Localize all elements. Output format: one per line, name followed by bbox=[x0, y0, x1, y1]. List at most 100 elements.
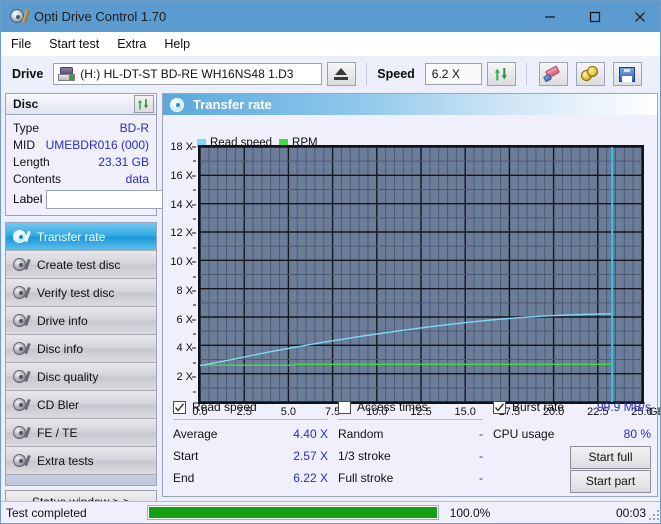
chart-plot-area bbox=[198, 145, 644, 404]
chart-y-tick-minor bbox=[193, 333, 196, 335]
disc-icon bbox=[170, 97, 184, 112]
chart-y-tick bbox=[192, 290, 196, 292]
disc-icon bbox=[13, 313, 31, 328]
sidebar-item-transfer-rate[interactable]: Transfer rate bbox=[6, 223, 156, 251]
chart-y-tick bbox=[192, 261, 196, 263]
menu-item-file[interactable]: File bbox=[11, 35, 41, 53]
disc-row-length: Length 23.31 GB bbox=[13, 153, 149, 170]
close-button[interactable] bbox=[617, 1, 660, 32]
divider bbox=[173, 419, 328, 420]
divider bbox=[338, 419, 483, 420]
sidebar-item-label: Drive info bbox=[37, 313, 88, 328]
bitsetting-button[interactable] bbox=[575, 62, 605, 86]
disc-icon bbox=[13, 229, 31, 244]
start-full-row: Start full bbox=[493, 445, 651, 469]
start-key: Start bbox=[173, 449, 199, 463]
sidebar-item-label: Transfer rate bbox=[37, 229, 106, 244]
burst-rate-value: 99.9 MB/s bbox=[596, 400, 651, 414]
maximize-button[interactable] bbox=[572, 1, 617, 32]
menu-item-help[interactable]: Help bbox=[164, 35, 200, 53]
sidebar-item-disc-quality[interactable]: Disc quality bbox=[6, 363, 156, 391]
chart-y-tick-minor bbox=[193, 189, 196, 191]
average-key: Average bbox=[173, 427, 218, 441]
access-times-checkbox[interactable] bbox=[338, 400, 351, 414]
sidebar-item-fe-te[interactable]: FE / TE bbox=[6, 419, 156, 447]
chart-y-tick-label: 18 X bbox=[170, 141, 193, 153]
save-button[interactable] bbox=[612, 62, 642, 86]
resize-grip[interactable] bbox=[649, 510, 659, 520]
cpu-usage-value: 80 % bbox=[623, 427, 651, 441]
disc-length-value: 23.31 GB bbox=[98, 154, 149, 169]
disc-refresh-button[interactable] bbox=[134, 95, 154, 113]
burst-rate-column: Burst rate 99.9 MB/s CPU usage 80 % Star… bbox=[493, 400, 651, 493]
sidebar-item-extra-tests[interactable]: Extra tests bbox=[6, 447, 156, 475]
disc-mid-key: MID bbox=[13, 137, 35, 152]
stat-row-random: Random - bbox=[338, 423, 483, 445]
drive-select[interactable]: (H:) HL-DT-ST BD-RE WH16NS48 1.D3 bbox=[53, 63, 323, 85]
check-icon bbox=[175, 402, 185, 412]
sidebar-item-disc-info[interactable]: Disc info bbox=[6, 335, 156, 363]
sidebar-item-cd-bler[interactable]: CD Bler bbox=[6, 391, 156, 419]
eject-button[interactable] bbox=[327, 62, 357, 86]
chart-y-axis: 2 X 4 X 6 X 8 X 10 X 12 X 14 X 16 X 18 X bbox=[163, 141, 196, 404]
start-part-row: Start part bbox=[493, 469, 651, 493]
speed-label: Speed bbox=[377, 67, 415, 81]
menu-item-start-test[interactable]: Start test bbox=[49, 35, 109, 53]
chart-y-tick bbox=[192, 376, 196, 378]
minimize-button[interactable] bbox=[527, 1, 572, 32]
disc-contents-key: Contents bbox=[13, 171, 62, 186]
disc-label-key: Label bbox=[13, 192, 43, 206]
end-key: End bbox=[173, 471, 195, 485]
drive-icon bbox=[58, 67, 76, 81]
burst-rate-label: Burst rate bbox=[512, 400, 565, 414]
erase-button[interactable] bbox=[538, 62, 568, 86]
coins-icon bbox=[581, 66, 599, 82]
drive-toolbar: Drive (H:) HL-DT-ST BD-RE WH16NS48 1.D3 … bbox=[1, 56, 660, 92]
speed-select[interactable]: 6.2 X bbox=[424, 63, 482, 85]
burst-rate-row: Burst rate 99.9 MB/s bbox=[493, 400, 651, 414]
disc-type-value: BD-R bbox=[119, 120, 149, 135]
disc-info-body: Type BD-R MID UMEBDR016 (000) Length 23.… bbox=[5, 115, 250, 216]
burst-rate-checkbox[interactable] bbox=[493, 400, 506, 414]
sidebar-item-label: CD Bler bbox=[37, 397, 80, 412]
menu-item-extra[interactable]: Extra bbox=[117, 35, 156, 53]
progress-bar-fill bbox=[149, 507, 437, 518]
read-speed-label: Read speed bbox=[192, 400, 257, 414]
stat-row-third-stroke: 1/3 stroke - bbox=[338, 445, 483, 467]
chart-y-tick-label: 4 X bbox=[176, 342, 193, 355]
read-speed-checkbox-row[interactable]: Read speed bbox=[173, 400, 328, 414]
status-text: Test completed bbox=[6, 505, 87, 520]
random-value: - bbox=[479, 427, 483, 441]
sidebar-item-label: Extra tests bbox=[37, 453, 94, 468]
chart-y-tick-label: 2 X bbox=[176, 371, 193, 384]
sidebar-item-label: FE / TE bbox=[37, 425, 78, 440]
chart-y-tick-label: 14 X bbox=[170, 198, 193, 211]
chart-y-tick-minor bbox=[193, 276, 196, 277]
sidebar-item-verify-test-disc[interactable]: Verify test disc bbox=[6, 279, 156, 307]
chart-y-tick bbox=[192, 347, 196, 349]
sidebar-item-create-test-disc[interactable]: Create test disc bbox=[6, 251, 156, 279]
toolbar-divider-1 bbox=[366, 63, 368, 85]
start-part-button[interactable]: Start part bbox=[570, 469, 651, 493]
read-speed-checkbox[interactable] bbox=[173, 400, 186, 414]
save-icon bbox=[619, 66, 636, 82]
average-value: 4.40 X bbox=[293, 427, 328, 441]
access-times-checkbox-row[interactable]: Access times bbox=[338, 400, 483, 414]
chart-y-tick-minor bbox=[193, 218, 196, 220]
disc-panel-header: Disc bbox=[5, 93, 157, 115]
refresh-speed-button[interactable] bbox=[486, 62, 516, 86]
access-times-column: Access times Random - 1/3 stroke - Full … bbox=[338, 400, 483, 489]
chart-y-tick bbox=[192, 204, 196, 206]
app-window: Opti Drive Control 1.70 File Start test … bbox=[0, 0, 661, 524]
full-stroke-value: - bbox=[479, 471, 483, 485]
sidebar-item-drive-info[interactable]: Drive info bbox=[6, 307, 156, 335]
chart-y-tick bbox=[192, 232, 196, 234]
check-icon bbox=[495, 402, 505, 412]
chart-y-tick bbox=[192, 146, 196, 148]
panel-title: Transfer rate bbox=[193, 97, 272, 112]
title-bar: Opti Drive Control 1.70 bbox=[1, 1, 660, 32]
chart-y-tick-minor bbox=[193, 247, 196, 249]
start-full-button[interactable]: Start full bbox=[570, 445, 651, 469]
disc-length-key: Length bbox=[13, 154, 50, 169]
sidebar-item-label: Disc info bbox=[37, 341, 84, 356]
